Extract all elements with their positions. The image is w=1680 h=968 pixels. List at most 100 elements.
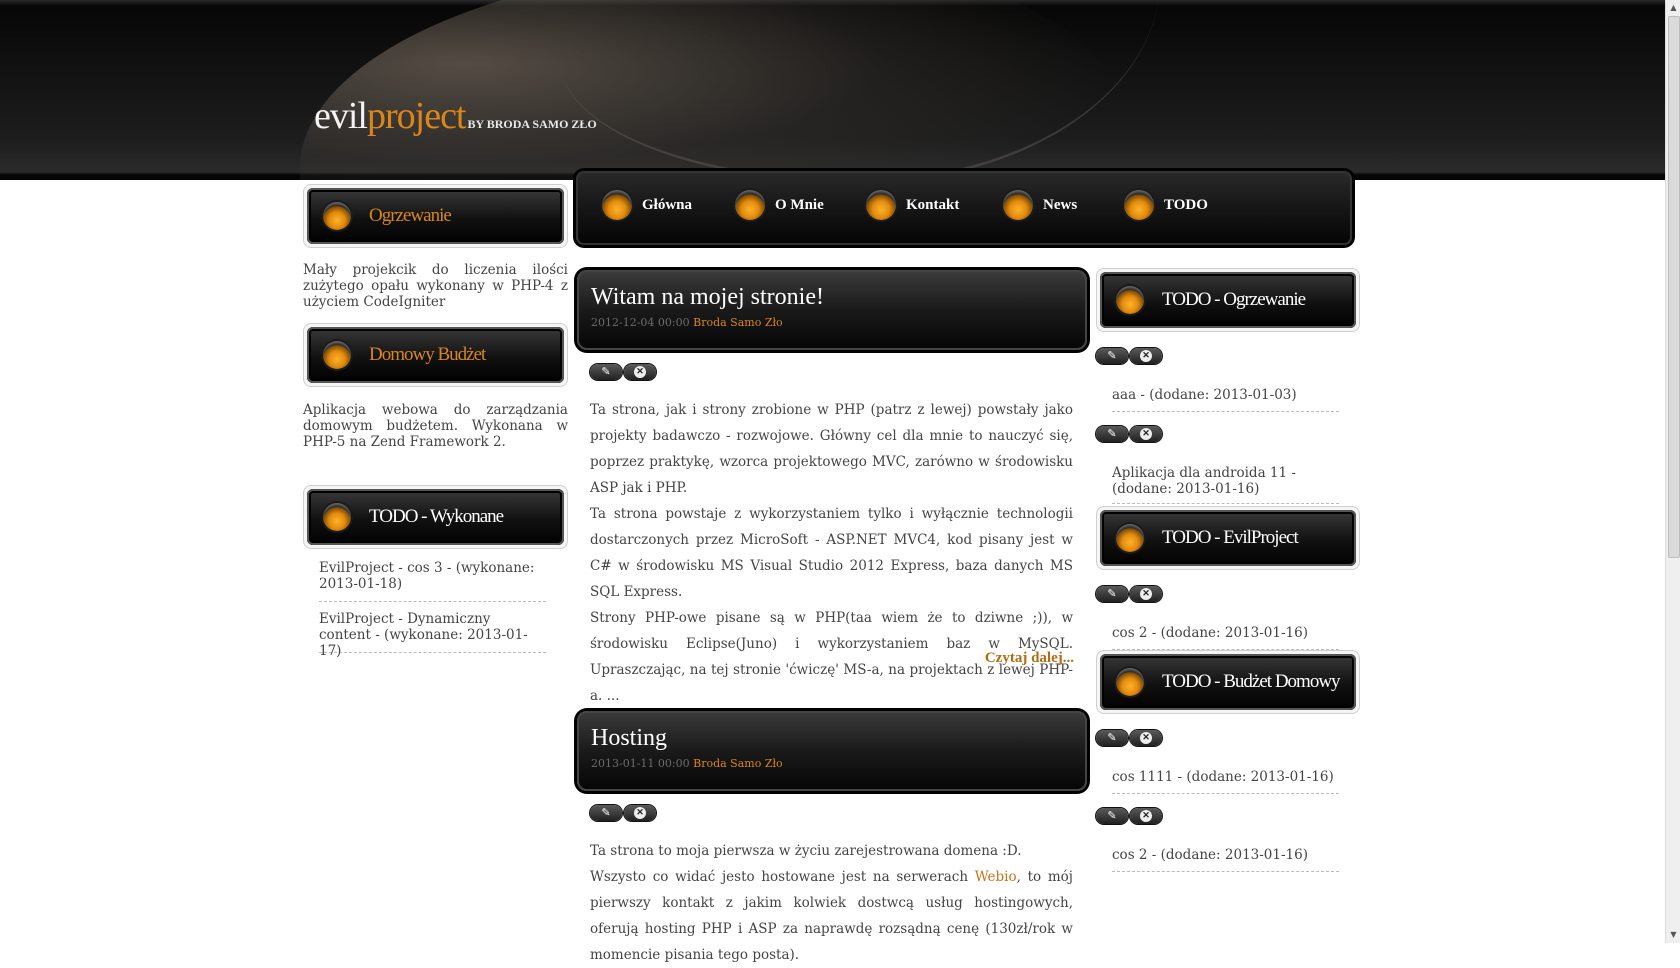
todo-item: cos 1111 - (dodane: 2013-01-16): [1112, 769, 1339, 794]
webio-link[interactable]: Webio: [975, 869, 1017, 885]
bulb-icon: [323, 503, 351, 531]
close-circle-icon: ✕: [1140, 732, 1152, 744]
project-description: Mały projekcik do liczenia ilości zużyte…: [303, 262, 568, 310]
nav-item-todo[interactable]: TODO: [1124, 190, 1208, 220]
project-box-domowy-budzet[interactable]: Domowy Budżet: [303, 323, 568, 387]
delete-button[interactable]: ✕: [1130, 808, 1162, 824]
todo-box-title: TODO - Ogrzewanie: [1162, 289, 1306, 310]
edit-button[interactable]: ✎: [1096, 426, 1128, 442]
nav-item-o-mnie[interactable]: O Mnie: [735, 190, 824, 220]
edit-button[interactable]: ✎: [1096, 808, 1128, 824]
main-nav: Główna O Mnie Kontakt News TODO: [576, 171, 1352, 245]
edit-button[interactable]: ✎: [590, 364, 622, 380]
pencil-icon: ✎: [1107, 427, 1117, 440]
post-date: 2012-12-04 00:00: [591, 316, 690, 329]
todo-item: aaa - (dodane: 2013-01-03): [1112, 387, 1339, 412]
post-author[interactable]: Broda Samo Zło: [693, 316, 783, 329]
logo-part-project: project: [366, 95, 467, 137]
post-meta: 2012-12-04 00:00 Broda Samo Zło: [591, 316, 1073, 329]
scroll-down-arrow-icon[interactable]: ▼: [1666, 927, 1680, 943]
pencil-icon: ✎: [1107, 731, 1117, 744]
post-paragraph: Wszysto co widać jesto hostowane jest na…: [590, 864, 1073, 968]
todo-actions: ✎ ✕: [1096, 426, 1162, 442]
todo-pill: TODO - Budżet Domowy: [1100, 654, 1356, 710]
todo-done-pill: TODO - Wykonane: [307, 489, 564, 545]
project-pill: Domowy Budżet: [307, 327, 564, 383]
pencil-icon: ✎: [601, 806, 611, 819]
post-paragraph: Ta strona to moja pierwsza w życiu zarej…: [590, 843, 1022, 859]
project-box-ogrzewanie[interactable]: Ogrzewanie: [303, 184, 568, 248]
todo-done-item: EvilProject - Dynamiczny content - (wyko…: [319, 611, 546, 659]
post-paragraph: Ta strona powstaje z wykorzystaniem tylk…: [590, 506, 1073, 600]
bulb-icon: [323, 341, 351, 369]
bulb-icon: [602, 190, 632, 220]
todo-done-item: EvilProject - cos 3 - (wykonane: 2013-01…: [319, 560, 546, 602]
bulb-icon: [323, 202, 351, 230]
pencil-icon: ✎: [1107, 809, 1117, 822]
nav-label: News: [1043, 196, 1078, 213]
todo-done-box: TODO - Wykonane: [303, 485, 568, 549]
todo-item: cos 2 - (dodane: 2013-01-16): [1112, 625, 1339, 650]
delete-button[interactable]: ✕: [624, 805, 656, 821]
close-circle-icon: ✕: [1140, 350, 1152, 362]
project-title: Domowy Budżet: [369, 344, 486, 365]
post-header: Hosting 2013-01-11 00:00 Broda Samo Zło: [577, 711, 1087, 791]
close-circle-icon: ✕: [1140, 428, 1152, 440]
delete-button[interactable]: ✕: [1130, 730, 1162, 746]
logo-byline: BY BRODA SAMO ZŁO: [467, 117, 597, 131]
edit-button[interactable]: ✎: [1096, 730, 1128, 746]
post-date: 2013-01-11 00:00: [591, 757, 690, 770]
site-header: evilproject BY BRODA SAMO ZŁO: [0, 0, 1665, 180]
delete-button[interactable]: ✕: [1130, 586, 1162, 602]
pencil-icon: ✎: [601, 365, 611, 378]
post-header: Witam na mojej stronie! 2012-12-04 00:00…: [577, 270, 1087, 350]
nav-item-news[interactable]: News: [1003, 190, 1077, 220]
close-circle-icon: ✕: [634, 366, 646, 378]
todo-box-budzet-domowy: TODO - Budżet Domowy: [1096, 650, 1360, 714]
post-title[interactable]: Hosting: [591, 725, 1073, 752]
todo-actions: ✎ ✕: [1096, 730, 1162, 746]
todo-actions: ✎ ✕: [1096, 348, 1162, 364]
todo-box-ogrzewanie: TODO - Ogrzewanie: [1096, 268, 1360, 332]
todo-box-title: TODO - EvilProject: [1162, 527, 1299, 548]
nav-label: Kontakt: [906, 196, 960, 213]
todo-box-evilproject: TODO - EvilProject: [1096, 506, 1360, 570]
todo-item: Aplikacja dla androida 11 - (dodane: 201…: [1112, 465, 1339, 504]
post-meta: 2013-01-11 00:00 Broda Samo Zło: [591, 757, 1073, 770]
close-circle-icon: ✕: [1140, 810, 1152, 822]
project-description: Aplikacja webowa do zarządzania domowym …: [303, 402, 568, 450]
pencil-icon: ✎: [1107, 349, 1117, 362]
delete-button[interactable]: ✕: [1130, 348, 1162, 364]
edit-button[interactable]: ✎: [1096, 348, 1128, 364]
edit-button[interactable]: ✎: [1096, 586, 1128, 602]
close-circle-icon: ✕: [1140, 588, 1152, 600]
bulb-icon: [1116, 668, 1144, 696]
bulb-icon: [1116, 524, 1144, 552]
todo-actions: ✎ ✕: [1096, 808, 1162, 824]
bulb-icon: [1124, 190, 1154, 220]
post-author[interactable]: Broda Samo Zło: [693, 757, 783, 770]
todo-pill: TODO - EvilProject: [1100, 510, 1356, 566]
scrollbar-thumb[interactable]: [1668, 16, 1680, 558]
scroll-up-arrow-icon[interactable]: ▲: [1666, 0, 1680, 16]
nav-item-glowna[interactable]: Główna: [602, 190, 692, 220]
pencil-icon: ✎: [1107, 587, 1117, 600]
edit-button[interactable]: ✎: [590, 805, 622, 821]
nav-label: Główna: [642, 196, 693, 213]
bulb-icon: [735, 190, 765, 220]
vertical-scrollbar[interactable]: ▲ ▼: [1665, 0, 1680, 943]
todo-item: cos 2 - (dodane: 2013-01-16): [1112, 847, 1339, 872]
nav-item-kontakt[interactable]: Kontakt: [866, 190, 959, 220]
delete-button[interactable]: ✕: [1130, 426, 1162, 442]
project-title: Ogrzewanie: [369, 205, 452, 226]
todo-box-title: TODO - Budżet Domowy: [1162, 671, 1341, 692]
delete-button[interactable]: ✕: [624, 364, 656, 380]
post-actions: ✎ ✕: [590, 805, 656, 821]
project-pill: Ogrzewanie: [307, 188, 564, 244]
post-title[interactable]: Witam na mojej stronie!: [591, 284, 1073, 311]
todo-pill: TODO - Ogrzewanie: [1100, 272, 1356, 328]
nav-label: O Mnie: [775, 196, 824, 213]
bulb-icon: [1116, 286, 1144, 314]
site-logo[interactable]: evilproject BY BRODA SAMO ZŁO: [314, 94, 597, 138]
read-more-link[interactable]: Czytaj dalej...: [880, 650, 1074, 667]
